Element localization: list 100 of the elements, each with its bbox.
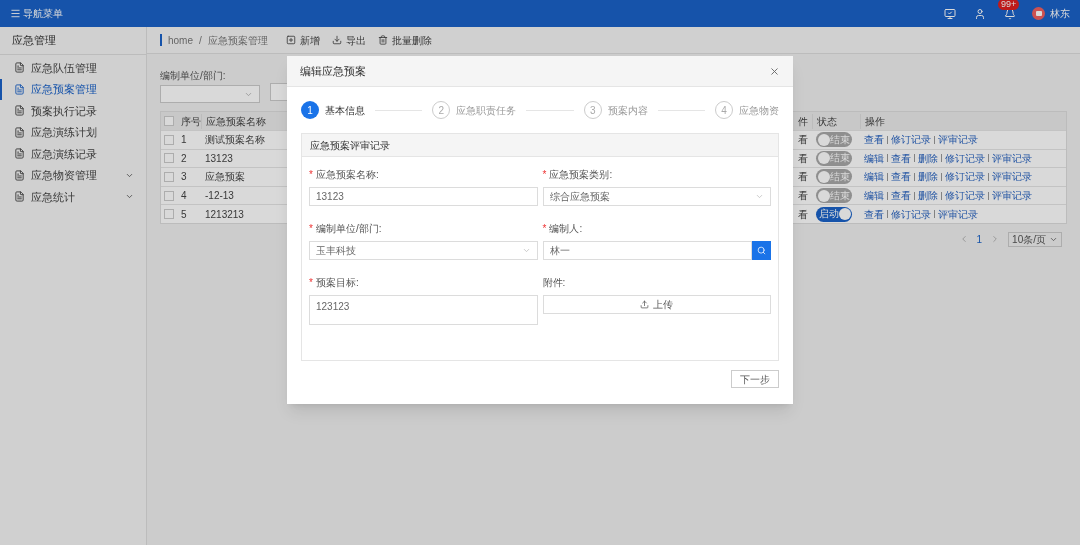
checkbox[interactable]	[164, 190, 174, 201]
field-label: 编制单位/部门:	[315, 221, 382, 236]
action-link[interactable]: 查看	[864, 132, 884, 148]
checkbox[interactable]	[164, 116, 174, 126]
sidebar-item[interactable]: 应急预案管理	[0, 78, 146, 100]
textarea-field[interactable]: 123123	[309, 295, 538, 325]
document-icon	[14, 126, 25, 138]
user-name: 林东	[1050, 7, 1070, 21]
step[interactable]: 2 应急职责任务	[432, 101, 517, 119]
column-header: 序号	[180, 114, 201, 129]
table-cell-text: -12-13	[204, 189, 235, 204]
action-link[interactable]: 评审记录	[938, 132, 978, 148]
page-number[interactable]: 1	[976, 231, 983, 247]
action-link[interactable]: 删除	[918, 150, 938, 166]
table-cell-text: 3	[180, 170, 188, 185]
step[interactable]: 4 应急物资	[715, 101, 779, 119]
trash-icon	[377, 35, 388, 45]
notification-badge: 99+	[998, 0, 1020, 10]
page-size-select[interactable]: 10条/页	[1008, 231, 1062, 247]
sidebar-item[interactable]: 应急统计	[0, 186, 146, 208]
document-icon	[14, 62, 25, 74]
close-icon[interactable]	[769, 65, 780, 77]
required-mark: *	[309, 167, 313, 182]
step[interactable]: 1 基本信息	[301, 101, 365, 119]
action-link[interactable]: 查看	[891, 150, 911, 166]
plus-square-icon	[285, 35, 296, 45]
column-header: 件	[797, 114, 809, 129]
sidebar-item[interactable]: 应急演练记录	[0, 143, 146, 165]
table-cell-text: 13123	[204, 151, 234, 166]
action-link[interactable]: 查看	[891, 169, 911, 185]
checkbox[interactable]	[164, 134, 174, 145]
select-field[interactable]: 玉丰科技	[309, 241, 538, 260]
breadcrumb-separator: /	[199, 33, 202, 48]
upload-icon	[640, 300, 650, 309]
section-title: 应急预案评审记录	[310, 138, 390, 153]
action-link[interactable]: 编辑	[864, 169, 884, 185]
table-cell-text: 4	[180, 189, 188, 204]
field-label: 应急预案名称:	[315, 167, 379, 182]
menu-icon	[10, 8, 21, 19]
step[interactable]: 3 预案内容	[583, 101, 648, 119]
step-number: 1	[301, 101, 319, 119]
column-header: 操作	[860, 113, 1066, 129]
sidebar-title: 应急管理	[12, 33, 56, 49]
column-header: 状态	[812, 113, 860, 129]
menu-button[interactable]: 导航菜单	[10, 6, 63, 21]
upload-button[interactable]: 上传	[542, 295, 771, 314]
required-mark: *	[542, 167, 547, 182]
breadcrumb-current: 应急预案管理	[207, 33, 268, 48]
table-cell-text: 应急预案	[204, 170, 246, 185]
text-field[interactable]: 13123	[309, 187, 538, 206]
field-label: 附件:	[542, 275, 566, 290]
toolbar-button[interactable]: 批量删除	[377, 32, 432, 48]
action-link[interactable]: 查看	[864, 206, 884, 222]
field-label: 编制人:	[549, 221, 583, 236]
action-link[interactable]: 编辑	[864, 150, 884, 166]
action-link[interactable]: 删除	[918, 169, 938, 185]
search-button[interactable]	[752, 241, 771, 260]
action-link[interactable]: 评审记录	[992, 150, 1032, 166]
chevron-icon	[755, 192, 764, 201]
action-link[interactable]: 修订记录	[891, 206, 931, 222]
bell-icon[interactable]	[1004, 7, 1016, 20]
action-link[interactable]: 评审记录	[992, 188, 1032, 204]
action-link[interactable]: 删除	[918, 188, 938, 204]
filter-label: 编制单位/部门:	[160, 69, 227, 83]
toolbar-button[interactable]: 导出	[331, 32, 366, 48]
table-cell-text: 2	[180, 151, 188, 166]
action-link[interactable]: 修订记录	[945, 169, 985, 185]
action-link[interactable]: 评审记录	[938, 206, 978, 222]
next-button[interactable]: 下一步	[731, 370, 779, 388]
breadcrumb-link[interactable]: home	[168, 32, 193, 48]
action-link[interactable]: 修订记录	[945, 188, 985, 204]
action-link[interactable]: 编辑	[864, 188, 884, 204]
table-cell-text: 测试预案名称	[204, 133, 266, 148]
action-link[interactable]: 修订记录	[945, 150, 985, 166]
required-mark: *	[309, 275, 313, 290]
text-field[interactable]: 林一	[542, 241, 752, 260]
table-cell-text: 1213213	[204, 207, 245, 222]
checkbox[interactable]	[164, 153, 174, 164]
checkbox[interactable]	[164, 172, 174, 182]
action-link[interactable]: 修订记录	[891, 132, 931, 148]
user-icon[interactable]	[974, 7, 986, 20]
action-link[interactable]: 查看	[891, 188, 911, 204]
monitor-icon[interactable]	[944, 7, 956, 20]
toolbar-button[interactable]: 新增	[285, 32, 320, 48]
column-header: 应急预案名称	[201, 113, 281, 129]
required-mark: *	[542, 221, 547, 236]
chevron-icon	[521, 246, 531, 255]
sidebar-item[interactable]: 预案执行记录	[0, 100, 146, 122]
filter-select[interactable]	[160, 85, 260, 103]
table-cell-text: 5	[180, 207, 188, 222]
sidebar-item[interactable]: 应急演练计划	[0, 121, 146, 143]
select-field[interactable]: 综合应急预案	[542, 187, 771, 206]
avatar[interactable]	[1032, 7, 1045, 20]
document-icon	[14, 169, 25, 181]
status-switch[interactable]: 启动	[816, 206, 852, 222]
sidebar-item[interactable]: 应急队伍管理	[0, 57, 146, 79]
checkbox[interactable]	[164, 209, 174, 220]
sidebar-item[interactable]: 应急物资管理	[0, 164, 146, 186]
download-icon	[331, 35, 342, 45]
action-link[interactable]: 评审记录	[992, 169, 1032, 185]
